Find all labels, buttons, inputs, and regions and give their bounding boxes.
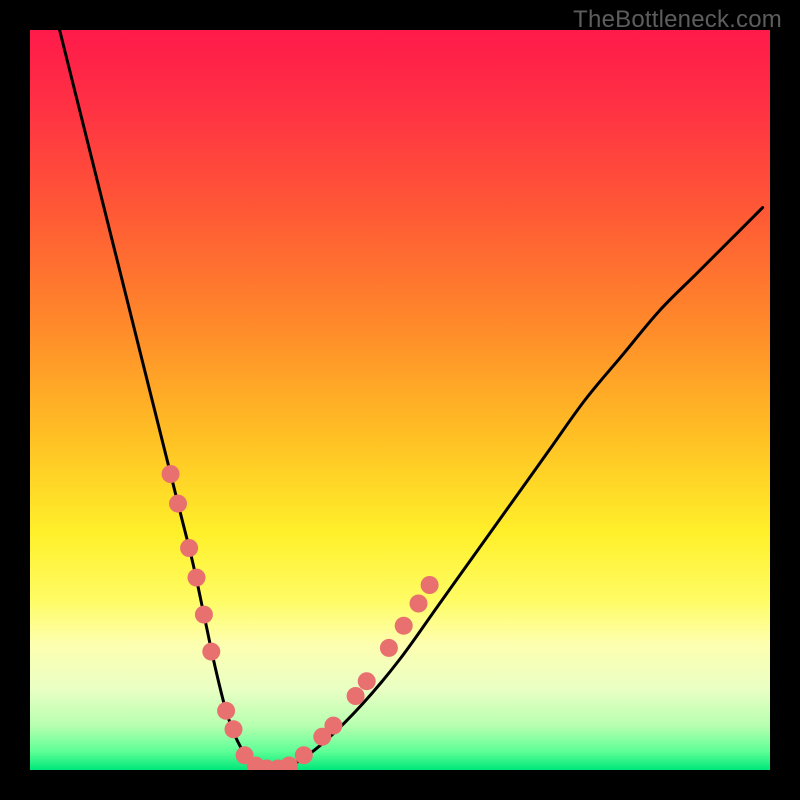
curve-marker bbox=[180, 539, 198, 557]
curve-marker bbox=[225, 720, 243, 738]
curve-marker bbox=[188, 569, 206, 587]
curve-marker bbox=[358, 672, 376, 690]
curve-marker bbox=[195, 606, 213, 624]
curve-marker bbox=[410, 595, 428, 613]
curve-marker bbox=[295, 746, 313, 764]
curve-marker bbox=[217, 702, 235, 720]
curve-marker bbox=[162, 465, 180, 483]
curve-marker bbox=[347, 687, 365, 705]
curve-marker bbox=[169, 495, 187, 513]
chart-svg bbox=[30, 30, 770, 770]
curve-marker bbox=[324, 717, 342, 735]
curve-marker bbox=[395, 617, 413, 635]
curve-marker bbox=[380, 639, 398, 657]
plot-area bbox=[30, 30, 770, 770]
chart-frame: TheBottleneck.com bbox=[0, 0, 800, 800]
curve-marker bbox=[202, 643, 220, 661]
curve-marker bbox=[421, 576, 439, 594]
